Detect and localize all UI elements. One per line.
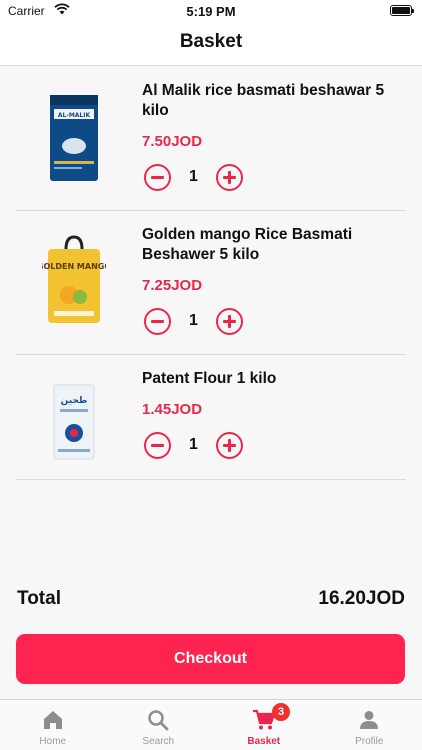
- tab-profile[interactable]: Profile: [317, 700, 422, 750]
- product-name: Al Malik rice basmati beshawar 5 kilo: [142, 82, 385, 119]
- tab-label: Search: [142, 736, 175, 747]
- quantity-stepper: 1: [144, 164, 244, 192]
- svg-text:طحين: طحين: [61, 396, 88, 406]
- basket-item: GOLDEN MANGO Golden mango Rice Basmati B…: [16, 211, 406, 355]
- quantity-value: 1: [189, 312, 198, 329]
- tab-home[interactable]: Home: [0, 700, 106, 750]
- cart-count-badge: 3: [272, 703, 290, 721]
- basket-item: طحين Patent Flour 1 kilo 1.45JOD 1: [16, 355, 406, 480]
- basket-item: AL-MALIK Al Malik rice basmati beshawar …: [16, 67, 406, 211]
- tab-search[interactable]: Search: [106, 700, 212, 750]
- product-price: 1.45JOD: [142, 401, 203, 418]
- status-bar: Carrier 5:19 PM: [0, 0, 422, 22]
- increase-quantity-button[interactable]: [216, 432, 243, 459]
- product-name: Golden mango Rice Basmati Beshawer 5 kil…: [142, 226, 353, 263]
- decrease-quantity-button[interactable]: [144, 164, 171, 191]
- product-image: GOLDEN MANGO: [42, 235, 106, 323]
- total-value: 16.20JOD: [318, 588, 405, 609]
- tab-basket[interactable]: 3 Basket: [211, 700, 317, 750]
- battery-icon: [390, 5, 414, 16]
- nav-bar: Basket: [0, 22, 422, 66]
- svg-text:AL-MALIK: AL-MALIK: [58, 112, 91, 119]
- product-price: 7.50JOD: [142, 133, 203, 150]
- product-image: AL-MALIK: [50, 95, 98, 181]
- home-icon: [43, 711, 62, 729]
- decrease-quantity-button[interactable]: [144, 308, 171, 335]
- profile-icon: [360, 711, 379, 729]
- product-name: Patent Flour 1 kilo: [142, 370, 277, 387]
- tab-label: Basket: [247, 736, 281, 747]
- product-price: 7.25JOD: [142, 277, 203, 294]
- tab-label: Home: [39, 736, 67, 747]
- increase-quantity-button[interactable]: [216, 164, 243, 191]
- product-image: طحين: [53, 384, 95, 460]
- quantity-value: 1: [189, 168, 198, 185]
- decrease-quantity-button[interactable]: [144, 432, 171, 459]
- search-icon: [148, 710, 169, 731]
- tab-label: Profile: [355, 736, 384, 747]
- basket-list: AL-MALIK Al Malik rice basmati beshawar …: [0, 67, 422, 480]
- svg-text:GOLDEN MANGO: GOLDEN MANGO: [42, 262, 106, 271]
- total-row: Total 16.20JOD: [17, 588, 405, 612]
- quantity-stepper: 1: [144, 308, 244, 336]
- increase-quantity-button[interactable]: [216, 308, 243, 335]
- quantity-stepper: 1: [144, 432, 244, 460]
- total-label: Total: [17, 588, 61, 609]
- clock: 5:19 PM: [186, 4, 236, 19]
- quantity-value: 1: [189, 436, 198, 453]
- tab-bar: Home Search 3 Basket Profile: [0, 699, 422, 750]
- checkout-button[interactable]: Checkout: [16, 634, 405, 684]
- page-title: Basket: [179, 31, 243, 52]
